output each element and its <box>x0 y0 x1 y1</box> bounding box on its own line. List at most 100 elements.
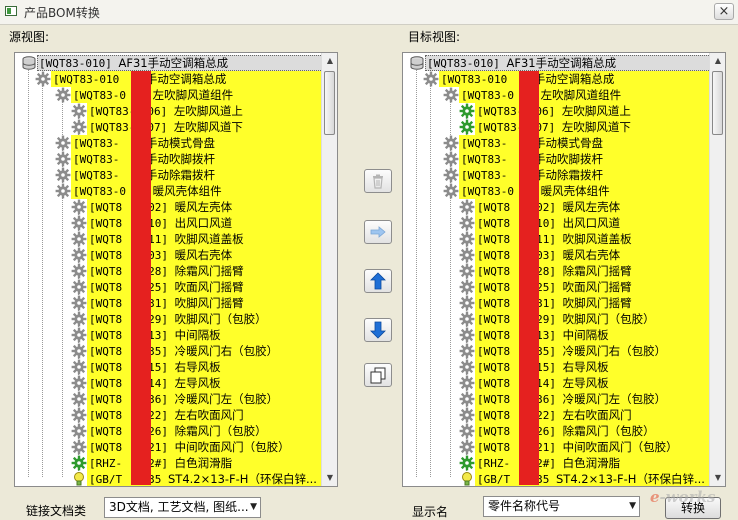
tree-node[interactable]: [RHZ- 2#] 白色润滑脂 <box>403 455 711 471</box>
tree-node[interactable]: [WQT8 02] 暖风左壳体 <box>403 199 711 215</box>
tree-node[interactable]: [WQT83- 06] 左吹脚风道上 <box>403 103 711 119</box>
tree-node[interactable]: [WQT83- 07] 左吹脚风道下 <box>403 119 711 135</box>
node-label: [GB/T 35 ST4.2×13-F-H（环保白锌... <box>89 472 317 486</box>
tree-node[interactable]: [WQT8 35] 冷暖风门右（包胶） <box>403 343 711 359</box>
node-code-suffix: 22] <box>148 409 168 422</box>
tree-node[interactable]: [WQT8 11] 吹脚风道盖板 <box>403 231 711 247</box>
close-button[interactable]: × <box>714 3 734 20</box>
tree-node[interactable]: [GB/T 35 ST4.2×13-F-H（环保白锌... <box>15 471 323 486</box>
tree-node[interactable]: [WQT8 22] 左右吹面风门 <box>403 407 711 423</box>
scroll-up-arrow-icon[interactable]: ▲ <box>323 54 337 68</box>
gear-icon <box>459 327 475 343</box>
display-name-select[interactable]: 零件名称代号 ▼ <box>483 496 640 517</box>
tree-node[interactable]: [WQT8 11] 吹脚风道盖板 <box>15 231 323 247</box>
tree-node[interactable]: [WQT83-0 左吹脚风道组件 <box>403 87 711 103</box>
tree-node[interactable]: [WQT83- 手动吹脚拨杆 <box>403 151 711 167</box>
tree-node[interactable]: [WQT8 26] 除霜风门（包胶） <box>403 423 711 439</box>
tree-node[interactable]: [WQT8 36] 冷暖风门左（包胶） <box>403 391 711 407</box>
tree-node[interactable]: [WQT8 03] 暖风右壳体 <box>15 247 323 263</box>
tree-node[interactable]: [WQT8 14] 左导风板 <box>403 375 711 391</box>
node-code-suffix: 03] <box>148 249 168 262</box>
tree-node[interactable]: [WQT83- 手动模式骨盘 <box>403 135 711 151</box>
arrow-right-icon <box>370 226 386 238</box>
tree-node[interactable]: [WQT8 10] 出风口风道 <box>403 215 711 231</box>
scroll-thumb[interactable] <box>324 71 335 135</box>
tree-node[interactable]: [WQT83-0 暖风壳体组件 <box>15 183 323 199</box>
node-code-suffix: 26] <box>536 425 556 438</box>
source-scrollbar[interactable]: ▲ ▼ <box>321 53 337 486</box>
tree-node[interactable]: [WQT83-0 左吹脚风道组件 <box>15 87 323 103</box>
tree-root-node[interactable]: [WQT83-010] AF31手动空调箱总成 <box>15 55 323 71</box>
node-label: [WQT8 25] 吹面风门摇臂 <box>477 280 632 295</box>
scroll-up-arrow-icon[interactable]: ▲ <box>711 54 725 68</box>
tree-node[interactable]: [WQT8 15] 右导风板 <box>403 359 711 375</box>
tree-node[interactable]: [WQT8 31] 吹脚风门摇臂 <box>15 295 323 311</box>
node-label: [WQT8 31] 吹脚风门摇臂 <box>477 296 632 311</box>
tree-node[interactable]: [WQT8 29] 吹脚风门（包胶） <box>403 311 711 327</box>
tree-node[interactable]: [WQT8 35] 冷暖风门右（包胶） <box>15 343 323 359</box>
tree-node[interactable]: [WQT83- 手动吹脚拨杆 <box>15 151 323 167</box>
tree-node[interactable]: [WQT83- 07] 左吹脚风道下 <box>15 119 323 135</box>
node-code: [WQT83-0 <box>461 185 514 198</box>
copy-button[interactable] <box>364 363 392 387</box>
tree-node[interactable]: [WQT8 15] 右导风板 <box>15 359 323 375</box>
node-code: [WQT83- <box>477 121 524 134</box>
link-doc-select[interactable]: 3D文档, 工艺文档, 图纸... ▼ <box>104 497 261 518</box>
tree-node[interactable]: [WQT83-0 暖风壳体组件 <box>403 183 711 199</box>
source-tree-panel[interactable]: [WQT83-010] AF31手动空调箱总成 [WQT83-010 手动空调箱总… <box>14 52 338 487</box>
tree-node[interactable]: [WQT8 26] 除霜风门（包胶） <box>15 423 323 439</box>
node-code-suffix: 13] <box>536 329 556 342</box>
node-label: [WQT8 21] 中间吹面风门（包胶） <box>89 440 290 455</box>
tree-node[interactable]: [WQT8 02] 暖风左壳体 <box>15 199 323 215</box>
tree-node[interactable]: [WQT8 28] 除霜风门摇臂 <box>15 263 323 279</box>
node-code: [WQT8 <box>89 425 123 438</box>
tree-node[interactable]: [WQT83-010 手动空调箱总成 <box>15 71 323 87</box>
delete-button[interactable] <box>364 169 392 193</box>
tree-node[interactable]: [WQT8 22] 左右吹面风门 <box>15 407 323 423</box>
tree-node[interactable]: [WQT8 21] 中间吹面风门（包胶） <box>15 439 323 455</box>
gear-icon <box>71 407 87 423</box>
tree-node[interactable]: [WQT83- 手动模式骨盘 <box>15 135 323 151</box>
node-code: [WQT8 <box>477 377 511 390</box>
tree-node[interactable]: [WQT8 29] 吹脚风门（包胶） <box>15 311 323 327</box>
tree-node[interactable]: [WQT8 28] 除霜风门摇臂 <box>403 263 711 279</box>
scroll-down-arrow-icon[interactable]: ▼ <box>323 471 337 485</box>
gear-green-icon <box>459 119 475 135</box>
node-name: 左右吹面风门 <box>562 408 632 422</box>
tree-node[interactable]: [GB/T 35 ST4.2×13-F-H（环保白锌... <box>403 471 711 486</box>
tree-node[interactable]: [WQT8 36] 冷暖风门左（包胶） <box>15 391 323 407</box>
tree-node[interactable]: [WQT8 21] 中间吹面风门（包胶） <box>403 439 711 455</box>
node-name: 吹脚风道盖板 <box>174 232 244 246</box>
move-up-button[interactable] <box>364 269 392 293</box>
node-label: [RHZ- 2#] 白色润滑脂 <box>477 456 620 471</box>
tree-node[interactable]: [WQT8 31] 吹脚风门摇臂 <box>403 295 711 311</box>
tree-node[interactable]: [RHZ- 2#] 白色润滑脂 <box>15 455 323 471</box>
scroll-thumb[interactable] <box>712 71 723 135</box>
scroll-down-arrow-icon[interactable]: ▼ <box>711 471 725 485</box>
node-label: [WQT8 22] 左右吹面风门 <box>89 408 244 423</box>
node-name: 中间吹面风门（包胶） <box>174 440 290 454</box>
tree-node[interactable]: [WQT8 13] 中间隔板 <box>15 327 323 343</box>
tree-node[interactable]: [WQT83- 手动除霜拨杆 <box>15 167 323 183</box>
source-tree[interactable]: [WQT83-010] AF31手动空调箱总成 [WQT83-010 手动空调箱总… <box>15 53 323 486</box>
tree-node[interactable]: [WQT8 25] 吹面风门摇臂 <box>403 279 711 295</box>
tree-node[interactable]: [WQT8 14] 左导风板 <box>15 375 323 391</box>
target-tree[interactable]: [WQT83-010] AF31手动空调箱总成 [WQT83-010 手动空调箱总… <box>403 53 711 486</box>
tree-node[interactable]: [WQT8 10] 出风口风道 <box>15 215 323 231</box>
tree-node[interactable]: [WQT8 13] 中间隔板 <box>403 327 711 343</box>
target-scrollbar[interactable]: ▲ ▼ <box>709 53 725 486</box>
tree-node[interactable]: [WQT83-010 手动空调箱总成 <box>403 71 711 87</box>
node-name: 左吹脚风道组件 <box>152 88 234 102</box>
node-name: 白色润滑脂 <box>174 456 233 470</box>
tree-node[interactable]: [WQT83- 手动除霜拨杆 <box>403 167 711 183</box>
tree-root-node[interactable]: [WQT83-010] AF31手动空调箱总成 <box>403 55 711 71</box>
node-name: 吹脚风门（包胶） <box>562 312 655 326</box>
node-name: 吹面风门摇臂 <box>562 280 632 294</box>
gear-icon <box>71 263 87 279</box>
move-right-button[interactable] <box>364 220 392 244</box>
target-tree-panel[interactable]: [WQT83-010] AF31手动空调箱总成 [WQT83-010 手动空调箱总… <box>402 52 726 487</box>
tree-node[interactable]: [WQT83- 06] 左吹脚风道上 <box>15 103 323 119</box>
move-down-button[interactable] <box>364 318 392 342</box>
tree-node[interactable]: [WQT8 03] 暖风右壳体 <box>403 247 711 263</box>
tree-node[interactable]: [WQT8 25] 吹面风门摇臂 <box>15 279 323 295</box>
